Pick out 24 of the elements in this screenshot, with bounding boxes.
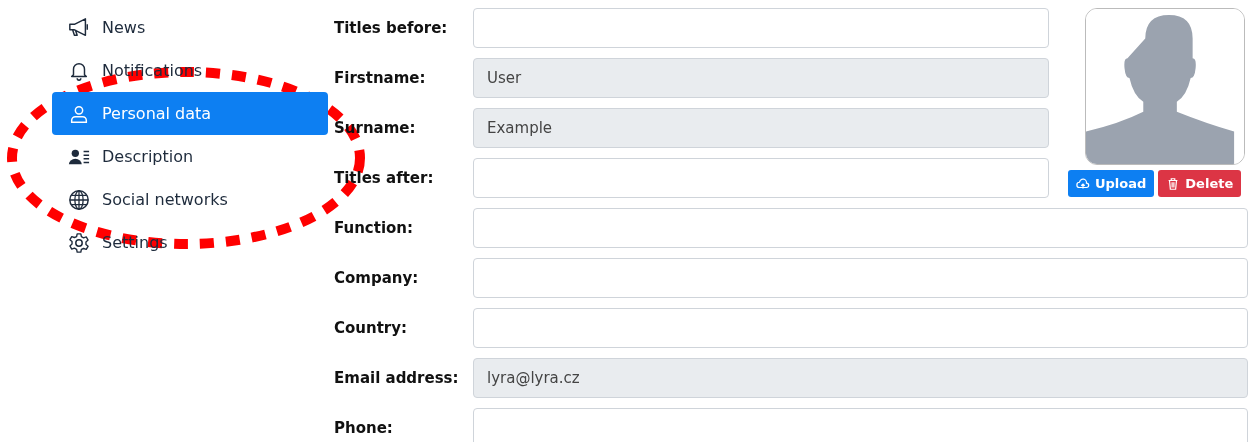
field-label: Phone:: [334, 419, 394, 437]
field-label: Company:: [334, 269, 420, 287]
sidebar-item[interactable]: Social networks: [52, 178, 328, 221]
field-label: Country:: [334, 319, 408, 337]
settings-icon: [68, 231, 90, 254]
field-label: Function:: [334, 219, 415, 237]
upload-button[interactable]: Upload: [1068, 170, 1155, 197]
field-label: Firstname:: [334, 69, 427, 87]
input-field[interactable]: [473, 8, 1049, 48]
cloud-upload-icon: [1076, 176, 1090, 191]
input-field[interactable]: [473, 408, 1248, 442]
sidebar-item[interactable]: Personal data: [52, 92, 328, 135]
input-field[interactable]: [473, 208, 1248, 248]
sidebar-item[interactable]: News: [52, 6, 328, 49]
globe-icon: [68, 188, 90, 211]
input-field[interactable]: [473, 308, 1248, 348]
field-label: Titles after:: [334, 169, 435, 187]
field-label: Email address:: [334, 369, 460, 387]
delete-button[interactable]: Delete: [1158, 170, 1242, 197]
field-label: Titles before:: [334, 19, 449, 37]
megaphone-icon: [68, 16, 90, 39]
sidebar-item[interactable]: Description: [52, 135, 328, 178]
input-field[interactable]: [473, 158, 1049, 198]
input-field[interactable]: [473, 258, 1248, 298]
